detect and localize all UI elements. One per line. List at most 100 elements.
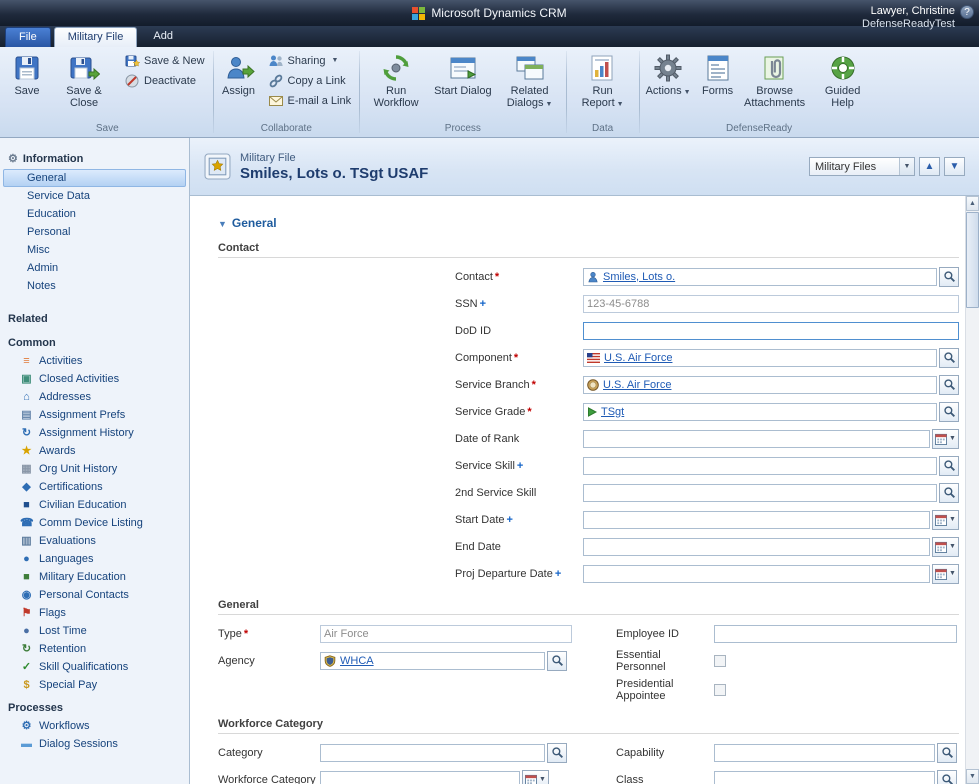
related-dialogs-label: Related Dialogs▼ (500, 85, 560, 111)
next-record-button[interactable]: ▼ (944, 157, 965, 176)
workforce-category-field[interactable] (320, 771, 520, 784)
employee-id-field[interactable] (714, 625, 957, 643)
category-lookup-button[interactable] (547, 743, 567, 763)
capability-field[interactable] (714, 744, 935, 762)
agency-link[interactable]: WHCA (340, 655, 374, 667)
service-grade-field[interactable]: TSgt (583, 403, 937, 421)
related-item-flags[interactable]: ⚑Flags (0, 604, 189, 622)
related-item-awards[interactable]: ★Awards (0, 442, 189, 460)
component-link[interactable]: U.S. Air Force (604, 352, 672, 364)
section-general-header[interactable]: ▼General (218, 216, 959, 230)
assign-button[interactable]: Assign (216, 49, 262, 100)
essential-personnel-checkbox[interactable] (714, 655, 726, 667)
second-service-skill-field[interactable] (583, 484, 937, 502)
related-item-assignment-prefs[interactable]: ▤Assignment Prefs (0, 406, 189, 424)
nav-item-education[interactable]: Education (3, 205, 186, 223)
component-lookup-button[interactable] (939, 348, 959, 368)
date-of-rank-field[interactable] (583, 430, 930, 448)
deactivate-button[interactable]: Deactivate (121, 72, 208, 89)
nav-item-general[interactable]: General (3, 169, 186, 187)
related-item-civilian-education[interactable]: ■Civilian Education (0, 496, 189, 514)
form-scrollbar[interactable]: ▲ ▼ (965, 196, 979, 784)
workforce-category-picker-button[interactable]: ▼ (522, 770, 549, 784)
service-branch-field[interactable]: U.S. Air Force (583, 376, 937, 394)
related-item-comm-device-listing[interactable]: ☎Comm Device Listing (0, 514, 189, 532)
service-skill-field[interactable] (583, 457, 937, 475)
service-grade-lookup-button[interactable] (939, 402, 959, 422)
related-item-special-pay[interactable]: $Special Pay (0, 676, 189, 694)
related-item-evaluations[interactable]: ▥Evaluations (0, 532, 189, 550)
service-grade-link[interactable]: TSgt (601, 406, 624, 418)
email-a-link-button[interactable]: E-mail a Link (265, 92, 355, 109)
previous-record-button[interactable]: ▲ (919, 157, 940, 176)
service-branch-lookup-button[interactable] (939, 375, 959, 395)
nav-item-misc[interactable]: Misc (3, 241, 186, 259)
information-header-label: Information (23, 153, 84, 165)
related-item-workflows[interactable]: ⚙Workflows (0, 717, 189, 735)
nav-item-admin[interactable]: Admin (3, 259, 186, 277)
save-button[interactable]: Save (4, 49, 50, 100)
actions-button[interactable]: Actions▼ (642, 49, 695, 102)
tab-file[interactable]: File (5, 27, 51, 47)
category-field[interactable] (320, 744, 545, 762)
related-item-org-unit-history[interactable]: ▦Org Unit History (0, 460, 189, 478)
save-and-new-button[interactable]: Save & New (121, 52, 208, 69)
start-date-field[interactable] (583, 511, 930, 529)
forms-button[interactable]: Forms (695, 49, 741, 100)
agency-field[interactable]: WHCA (320, 652, 545, 670)
tab-military-file[interactable]: Military File (54, 27, 138, 47)
class-lookup-button[interactable] (937, 770, 957, 784)
related-item-retention[interactable]: ↻Retention (0, 640, 189, 658)
nav-item-personal[interactable]: Personal (3, 223, 186, 241)
scrollbar-thumb[interactable] (966, 212, 979, 308)
end-date-field[interactable] (583, 538, 930, 556)
related-item-addresses[interactable]: ⌂Addresses (0, 388, 189, 406)
related-item-dialog-sessions[interactable]: ▬Dialog Sessions (0, 735, 189, 753)
help-icon[interactable]: ? (960, 5, 974, 19)
start-date-datepicker-button[interactable]: ▼ (932, 510, 959, 530)
guided-help-button[interactable]: Guided Help (809, 49, 877, 112)
second-service-skill-lookup-button[interactable] (939, 483, 959, 503)
proj-departure-datepicker-button[interactable]: ▼ (932, 564, 959, 584)
scroll-up-button[interactable]: ▲ (966, 196, 979, 211)
run-workflow-button[interactable]: Run Workflow (362, 49, 430, 112)
related-item-military-education[interactable]: ■Military Education (0, 568, 189, 586)
component-field[interactable]: U.S. Air Force (583, 349, 937, 367)
service-skill-lookup-button[interactable] (939, 456, 959, 476)
contact-field[interactable]: Smiles, Lots o. (583, 268, 937, 286)
chevron-down-icon[interactable]: ▼ (899, 158, 914, 175)
related-dialogs-button[interactable]: Related Dialogs▼ (496, 49, 564, 114)
browse-attachments-button[interactable]: Browse Attachments (741, 49, 809, 112)
presidential-appointee-checkbox[interactable] (714, 684, 726, 696)
related-item-skill-qualifications[interactable]: ✓Skill Qualifications (0, 658, 189, 676)
class-field[interactable] (714, 771, 935, 784)
start-dialog-button[interactable]: Start Dialog (430, 49, 495, 100)
end-date-datepicker-button[interactable]: ▼ (932, 537, 959, 557)
service-branch-link[interactable]: U.S. Air Force (603, 379, 671, 391)
nav-item-notes[interactable]: Notes (3, 277, 186, 295)
date-of-rank-datepicker-button[interactable]: ▼ (932, 429, 959, 449)
agency-lookup-button[interactable] (547, 651, 567, 671)
capability-lookup-button[interactable] (937, 743, 957, 763)
save-and-close-button[interactable]: Save & Close (50, 49, 118, 112)
sharing-button[interactable]: Sharing ▼ (265, 52, 355, 69)
contact-lookup-button[interactable] (939, 267, 959, 287)
scroll-down-button[interactable]: ▼ (966, 769, 979, 784)
related-item-activities[interactable]: ≡Activities (0, 352, 189, 370)
run-report-label: Run Report▼ (573, 85, 633, 111)
dod-id-field[interactable] (583, 322, 959, 340)
related-item-personal-contacts[interactable]: ◉Personal Contacts (0, 586, 189, 604)
view-selector[interactable]: Military Files ▼ (809, 157, 915, 176)
proj-departure-date-field[interactable] (583, 565, 930, 583)
related-item-certifications[interactable]: ◆Certifications (0, 478, 189, 496)
related-item-assignment-history[interactable]: ↻Assignment History (0, 424, 189, 442)
end-date-field-label: End Date (455, 541, 583, 553)
nav-item-service-data[interactable]: Service Data (3, 187, 186, 205)
contact-link[interactable]: Smiles, Lots o. (603, 271, 675, 283)
tab-add[interactable]: Add (140, 27, 186, 47)
related-item-languages[interactable]: ●Languages (0, 550, 189, 568)
run-report-button[interactable]: Run Report▼ (569, 49, 637, 114)
related-item-lost-time[interactable]: ●Lost Time (0, 622, 189, 640)
copy-a-link-button[interactable]: Copy a Link (265, 72, 355, 89)
related-item-closed-activities[interactable]: ▣Closed Activities (0, 370, 189, 388)
